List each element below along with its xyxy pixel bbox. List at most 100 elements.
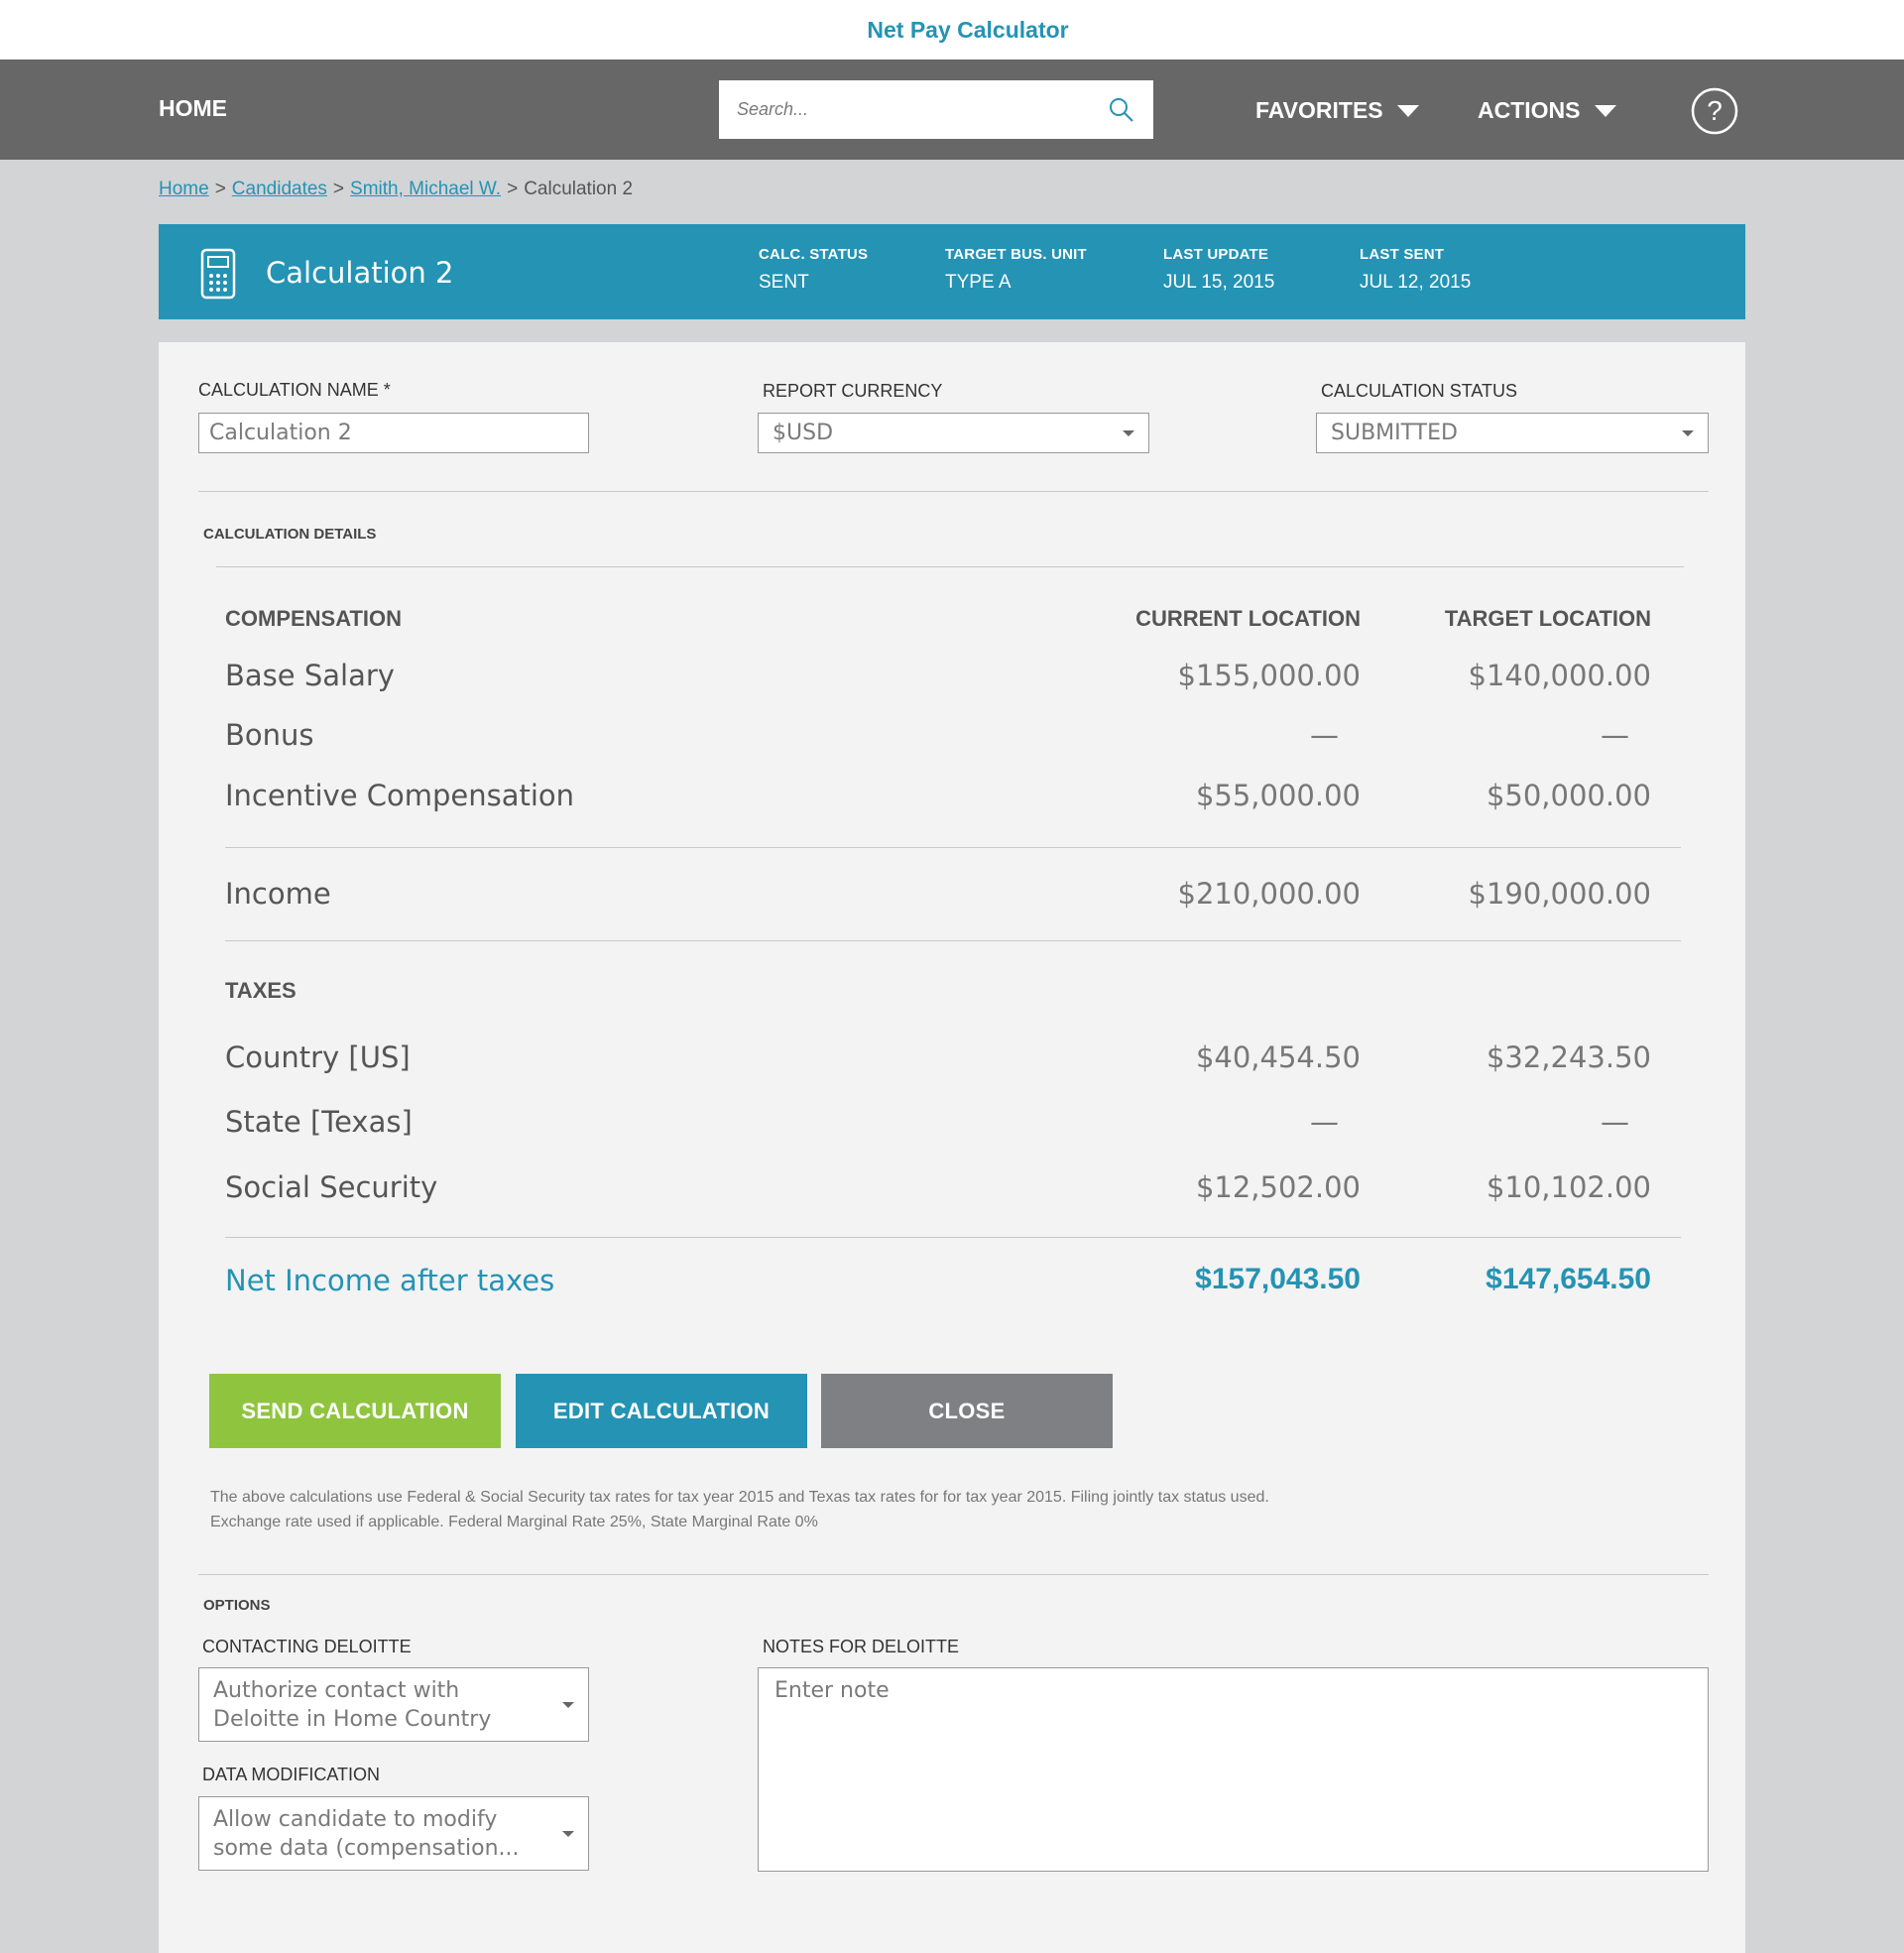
data-modification-label: DATA MODIFICATION xyxy=(202,1765,380,1784)
calculator-icon xyxy=(200,248,236,300)
calculation-title: Calculation 2 xyxy=(266,256,454,290)
row-label-social-security: Social Security xyxy=(225,1170,438,1204)
taxes-header: TAXES xyxy=(225,978,297,1003)
current-value: $12,502.00 xyxy=(1195,1170,1361,1204)
breadcrumb-separator: > xyxy=(332,179,345,199)
row-label-income: Income xyxy=(225,877,331,911)
report-currency-label: REPORT CURRENCY xyxy=(763,381,943,401)
breadcrumb-current: Calculation 2 xyxy=(524,179,634,199)
calculation-name-input[interactable]: Calculation 2 xyxy=(198,413,589,453)
current-value: $40,454.50 xyxy=(1195,1040,1361,1074)
search-box[interactable] xyxy=(719,80,1153,139)
search-icon[interactable] xyxy=(1108,96,1135,124)
calculation-details-label: CALCULATION DETAILS xyxy=(203,526,377,543)
meta-target-bus-unit: TARGET BUS. UNIT TYPE A xyxy=(945,246,1087,294)
nav-home-link[interactable]: HOME xyxy=(159,95,227,122)
compensation-header: COMPENSATION xyxy=(225,606,403,631)
chevron-down-icon xyxy=(1682,429,1694,436)
row-label-base-salary: Base Salary xyxy=(225,659,395,692)
current-value: — xyxy=(1310,718,1339,752)
target-location-header: TARGET LOCATION xyxy=(1444,606,1651,631)
target-value: — xyxy=(1601,718,1629,752)
disclaimer-text: The above calculations use Federal & Soc… xyxy=(210,1485,1400,1534)
calculation-name-label: CALCULATION NAME * xyxy=(198,380,391,400)
favorites-label: FAVORITES xyxy=(1255,97,1383,123)
target-value: $140,000.00 xyxy=(1468,659,1652,692)
calculation-header: Calculation 2 CALC. STATUS SENT TARGET B… xyxy=(159,224,1745,319)
calculation-status-value: SUBMITTED xyxy=(1331,421,1458,445)
search-input[interactable] xyxy=(737,99,1108,120)
meta-last-update: LAST UPDATE JUL 15, 2015 xyxy=(1163,246,1274,294)
breadcrumb-home[interactable]: Home xyxy=(159,179,209,200)
report-currency-select[interactable]: $USD xyxy=(758,413,1149,453)
meta-label: TARGET BUS. UNIT xyxy=(945,246,1087,263)
disclaimer-line: The above calculations use Federal & Soc… xyxy=(210,1489,1269,1506)
divider xyxy=(198,1574,1709,1575)
net-income-current: $157,043.50 xyxy=(1195,1263,1361,1295)
breadcrumb-separator: > xyxy=(214,179,226,199)
meta-value: JUL 12, 2015 xyxy=(1360,272,1472,293)
contacting-deloitte-label: CONTACTING DELOITTE xyxy=(202,1637,412,1656)
chevron-down-icon xyxy=(1396,104,1419,117)
svg-text:?: ? xyxy=(1707,95,1723,126)
target-value: $10,102.00 xyxy=(1486,1170,1651,1204)
divider xyxy=(198,491,1709,492)
actions-label: ACTIONS xyxy=(1478,97,1581,123)
divider xyxy=(225,847,1681,848)
meta-value: TYPE A xyxy=(945,272,1012,293)
edit-calculation-button[interactable]: EDIT CALCULATION xyxy=(516,1374,807,1448)
chevron-down-icon xyxy=(1123,429,1134,436)
disclaimer-line: Exchange rate used if applicable. Federa… xyxy=(210,1514,818,1530)
data-modification-select[interactable]: Allow candidate to modify some data (com… xyxy=(198,1796,589,1871)
meta-label: CALC. STATUS xyxy=(759,246,869,263)
divider xyxy=(225,1237,1681,1238)
options-label: OPTIONS xyxy=(203,1597,271,1614)
target-value: $50,000.00 xyxy=(1486,779,1651,812)
breadcrumb-separator: > xyxy=(507,179,519,199)
chevron-down-icon xyxy=(562,1830,574,1837)
meta-last-sent: LAST SENT JUL 12, 2015 xyxy=(1360,246,1471,294)
actions-menu[interactable]: ACTIONS xyxy=(1478,97,1616,124)
meta-label: LAST SENT xyxy=(1360,246,1445,263)
calculation-status-label: CALCULATION STATUS xyxy=(1321,381,1518,401)
close-button[interactable]: CLOSE xyxy=(821,1374,1113,1448)
breadcrumb-candidate[interactable]: Smith, Michael W. xyxy=(350,179,501,200)
net-income-label: Net Income after taxes xyxy=(225,1264,555,1297)
data-modification-value: Allow candidate to modify some data (com… xyxy=(213,1806,520,1861)
chevron-down-icon xyxy=(1594,104,1616,117)
notes-textarea[interactable] xyxy=(758,1667,1709,1872)
notes-label: NOTES FOR DELOITTE xyxy=(763,1637,960,1656)
target-value: $190,000.00 xyxy=(1468,877,1652,911)
row-label-state-texas: State [Texas] xyxy=(225,1105,413,1139)
row-label-country-us: Country [US] xyxy=(225,1040,411,1074)
help-icon[interactable]: ? xyxy=(1691,87,1738,135)
calculation-status-select[interactable]: SUBMITTED xyxy=(1316,413,1709,453)
current-value: $55,000.00 xyxy=(1195,779,1361,812)
current-location-header: CURRENT LOCATION xyxy=(1135,606,1361,631)
send-calculation-button[interactable]: SEND CALCULATION xyxy=(209,1374,501,1448)
breadcrumb: Home > Candidates > Smith, Michael W. > … xyxy=(159,179,633,200)
row-label-incentive-compensation: Incentive Compensation xyxy=(225,779,575,812)
meta-value: SENT xyxy=(759,272,809,293)
divider xyxy=(225,940,1681,941)
meta-value: JUL 15, 2015 xyxy=(1163,272,1275,293)
report-currency-value: $USD xyxy=(773,421,834,445)
divider xyxy=(216,566,1684,567)
net-income-target: $147,654.50 xyxy=(1486,1263,1651,1295)
app-title-bar: Net Pay Calculator xyxy=(0,0,1904,60)
meta-label: LAST UPDATE xyxy=(1163,246,1269,263)
navbar: HOME FAVORITES ACTIONS ? xyxy=(0,60,1904,160)
current-value: — xyxy=(1310,1105,1339,1139)
app-title: Net Pay Calculator xyxy=(867,16,1069,43)
current-value: $210,000.00 xyxy=(1177,877,1362,911)
contacting-deloitte-value: Authorize contact with Deloitte in Home … xyxy=(213,1677,492,1732)
contacting-deloitte-select[interactable]: Authorize contact with Deloitte in Home … xyxy=(198,1667,589,1742)
meta-calc-status: CALC. STATUS SENT xyxy=(759,246,868,294)
target-value: $32,243.50 xyxy=(1486,1040,1651,1074)
favorites-menu[interactable]: FAVORITES xyxy=(1255,97,1419,124)
calculation-card: CALCULATION NAME * Calculation 2 REPORT … xyxy=(159,342,1745,1953)
current-value: $155,000.00 xyxy=(1177,659,1362,692)
breadcrumb-candidates[interactable]: Candidates xyxy=(232,179,327,200)
row-label-bonus: Bonus xyxy=(225,718,314,752)
chevron-down-icon xyxy=(562,1701,574,1708)
